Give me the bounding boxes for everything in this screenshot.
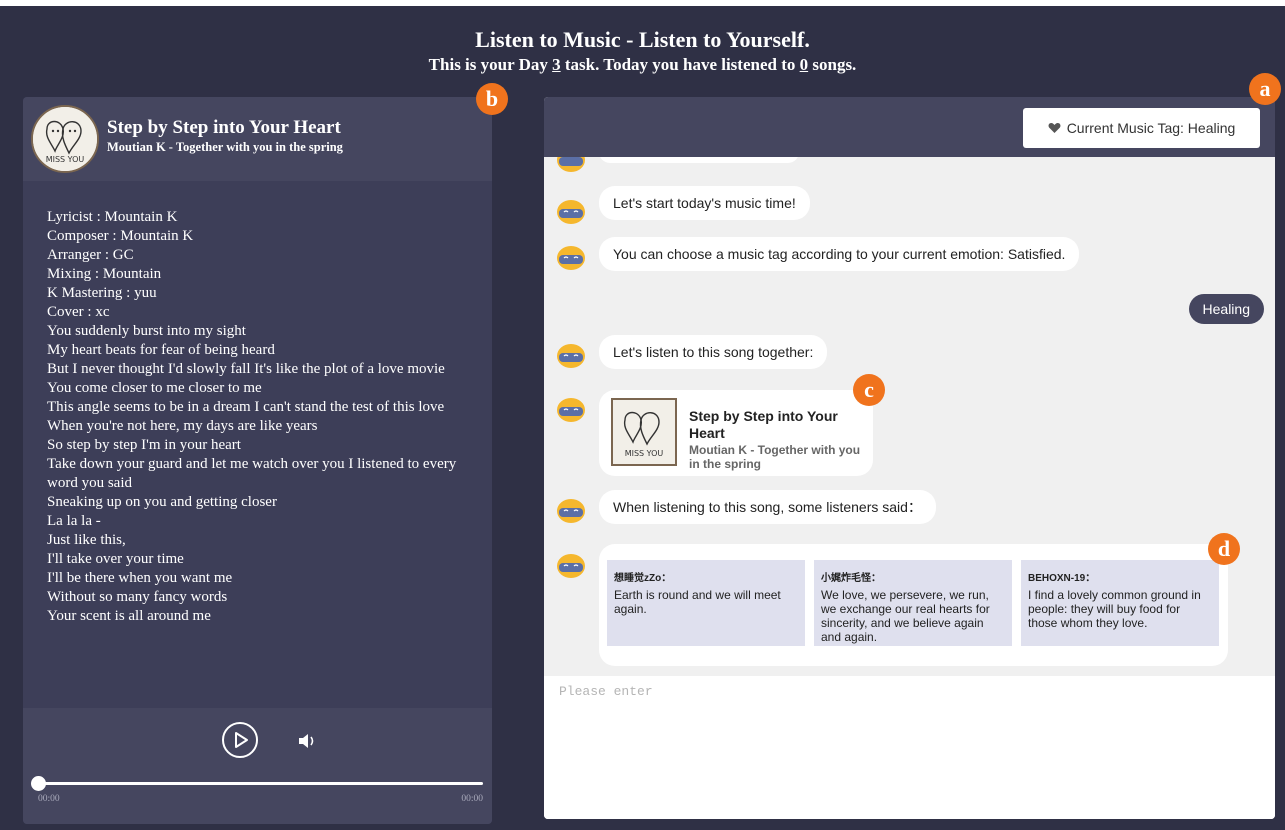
lyric-line: Composer : Mountain K (47, 228, 194, 244)
song-card[interactable]: MISS YOU Step by Step into Your Heart Mo… (599, 390, 873, 476)
song-card-cover: MISS YOU (611, 398, 677, 466)
bot-avatar-icon (557, 554, 585, 578)
annotation-marker-b: b (476, 83, 508, 115)
bot-avatar-icon (557, 157, 585, 172)
play-icon (235, 732, 248, 748)
chat-bubble: You can choose a music tag according to … (599, 237, 1080, 271)
total-time: 00:00 (461, 794, 483, 804)
lyric-line: Lyricist : Mountain K (47, 209, 178, 225)
lyric-line: Just like this, (47, 532, 126, 548)
bot-avatar-icon (557, 200, 585, 224)
svg-text:MISS YOU: MISS YOU (46, 155, 85, 164)
comment-author: 想睡觉zZo： (614, 573, 672, 584)
annotation-marker-d: d (1208, 533, 1240, 565)
now-playing-header: MISS YOU Step by Step into Your Heart Mo… (23, 97, 492, 181)
task-status: This is your Day 3 task. Today you have … (428, 55, 857, 74)
lyric-line: Mixing : Mountain (47, 266, 162, 282)
comment-text: I find a lovely common ground in people:… (1028, 588, 1201, 630)
lyric-line: I'll take over your time (47, 551, 184, 567)
bot-avatar-icon (557, 398, 585, 422)
comment-card: BEHOXN-19： I find a lovely common ground… (1021, 560, 1219, 646)
lyric-line: Your scent is all around me (47, 608, 211, 624)
heart-drawing-icon: MISS YOU (613, 400, 675, 464)
lyric-line: So step by step I'm in your heart (47, 437, 241, 453)
page-header: Listen to Music - Listen to Yourself. Th… (0, 26, 1285, 76)
chat-header: Current Music Tag: Healing (544, 97, 1275, 157)
message-input-area (544, 676, 1275, 819)
lyric-line: But I never thought I'd slowly fall It's… (47, 361, 445, 377)
lyric-line: My heart beats for fear of being heard (47, 342, 275, 358)
speaker-icon (299, 734, 314, 748)
svg-text:MISS YOU: MISS YOU (625, 449, 664, 458)
lyric-line: I'll be there when you want me (47, 570, 233, 586)
annotation-marker-c: c (853, 374, 885, 406)
window-top-edge (0, 0, 1285, 6)
chat-bubble-previous (599, 157, 799, 163)
progress-handle[interactable] (31, 776, 46, 791)
bot-avatar-icon (557, 499, 585, 523)
music-tag-button[interactable]: Current Music Tag: Healing (1023, 108, 1260, 148)
comment-card: 小娓炸毛怪： We love, we persevere, we run, we… (814, 560, 1012, 646)
annotation-marker-a: a (1249, 73, 1281, 105)
lyrics-list: Lyricist : Mountain K Composer : Mountain… (47, 208, 467, 626)
play-button[interactable] (222, 722, 258, 758)
heart-drawing-icon: MISS YOU (33, 107, 97, 171)
comment-card: 想睡觉zZo： Earth is round and we will meet … (607, 560, 805, 646)
page-title: Listen to Music - Listen to Yourself. (475, 27, 810, 52)
song-artist: Moutian K - Together with you in the spr… (107, 140, 343, 154)
chat-bubble: When listening to this song, some listen… (599, 490, 936, 524)
song-title: Step by Step into Your Heart (107, 117, 341, 138)
lyric-line: Cover : xc (47, 304, 110, 320)
song-card-artist: Moutian K - Together with you in the spr… (689, 443, 861, 471)
lyric-line: Sneaking up on you and getting closer (47, 494, 277, 510)
music-tag-label: Current Music Tag: Healing (1066, 120, 1236, 136)
lyric-line: Without so many fancy words (47, 589, 228, 605)
chat-bubble: Let's listen to this song together: (599, 335, 828, 369)
lyric-line: You suddenly burst into my sight (47, 323, 246, 339)
message-input[interactable] (544, 676, 1275, 819)
lyric-line: Arranger : GC (47, 247, 134, 263)
user-reply-bubble: Healing (1188, 294, 1264, 324)
chat-panel: Current Music Tag: Healing Let's start t… (544, 97, 1275, 819)
comment-text: Earth is round and we will meet again. (614, 588, 781, 616)
listener-comments: 想睡觉zZo： Earth is round and we will meet … (599, 544, 1228, 666)
chat-messages: Let's start today's music time! You can … (544, 157, 1275, 676)
day-number: 3 (552, 55, 561, 74)
progress-bar[interactable] (37, 782, 483, 785)
chat-bubble: Let's start today's music time! (599, 186, 810, 220)
elapsed-time: 00:00 (38, 794, 60, 804)
bot-avatar-icon (557, 246, 585, 270)
volume-button[interactable] (296, 730, 318, 752)
comment-author: BEHOXN-19： (1028, 573, 1096, 584)
comment-author: 小娓炸毛怪： (821, 573, 881, 584)
heart-icon (1048, 123, 1061, 133)
song-card-title: Step by Step into Your Heart (689, 408, 838, 441)
comment-text: We love, we persevere, we run, we exchan… (821, 588, 990, 644)
music-player-panel: MISS YOU Step by Step into Your Heart Mo… (23, 97, 492, 824)
album-cover: MISS YOU (31, 105, 99, 173)
lyric-line: La la la - (47, 513, 101, 529)
song-count: 0 (799, 55, 809, 74)
lyric-line: When you're not here, my days are like y… (47, 418, 318, 434)
lyric-line: K Mastering : yuu (47, 285, 157, 301)
player-controls: 00:00 00:00 (23, 708, 492, 824)
lyric-line: This angle seems to be in a dream I can'… (47, 399, 445, 415)
lyric-line: You come closer to me closer to me (47, 380, 262, 396)
bot-avatar-icon (557, 344, 585, 368)
lyric-line: Take down your guard and let me watch ov… (47, 456, 457, 491)
